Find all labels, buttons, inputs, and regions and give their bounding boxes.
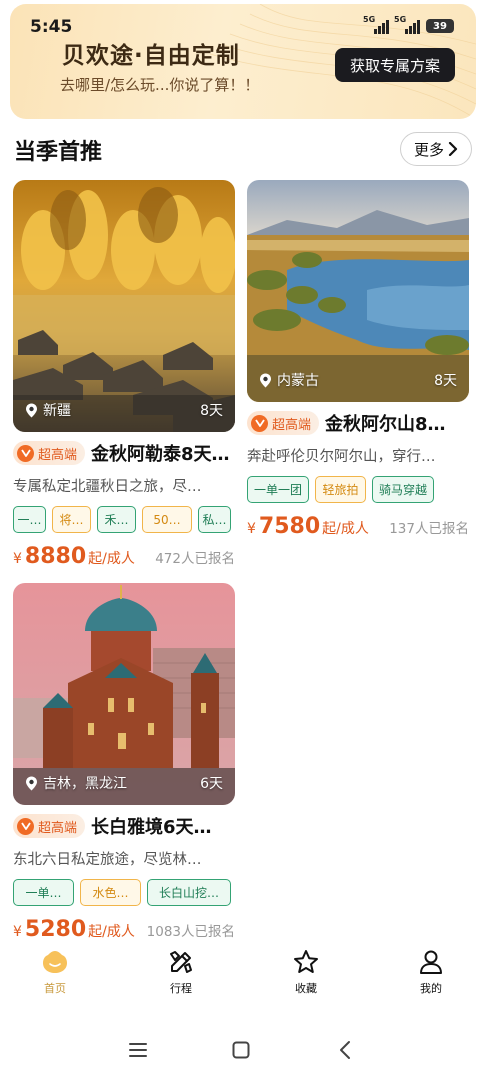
- trip-card[interactable]: 吉林，黑龙江 6天 超高端 长白雅境6天… 东北六日私定旅途，尽览林… 一单… …: [13, 583, 235, 942]
- battery-icon: 39: [426, 19, 454, 33]
- trip-days: 8天: [200, 403, 223, 419]
- trip-card[interactable]: 内蒙古 8天 超高端 金秋阿尔山8… 奔赴呼伦贝尔阿尔山，穿行… 一单一团 轻旅…: [247, 180, 469, 539]
- price-row: ¥ 5280 起/成人 1083人已报名: [13, 917, 235, 942]
- system-nav-bar: [0, 1030, 486, 1074]
- trip-tag: 私…: [198, 506, 231, 533]
- tag-list: 一单一团 轻旅拍 骑马穿越: [247, 476, 469, 503]
- crown-icon: [17, 444, 34, 462]
- trip-description: 奔赴呼伦贝尔阿尔山，穿行…: [247, 449, 436, 465]
- enrolled-count: 137人已报名: [389, 521, 469, 537]
- tab-favorites[interactable]: 收藏: [276, 948, 336, 996]
- banner-title: 贝欢途·自由定制: [62, 43, 240, 69]
- trip-image[interactable]: 内蒙古 8天: [247, 180, 469, 402]
- signal-icon: 5G: [394, 15, 420, 34]
- location-pin-icon: [26, 776, 37, 790]
- trip-days: 6天: [200, 776, 223, 792]
- price-unit: 起/成人: [322, 521, 369, 537]
- back-icon[interactable]: [336, 1040, 356, 1060]
- header-banner: 5:45 5G 5G 39 贝欢途·自由定制 去哪里/怎么玩...你说了算！！ …: [10, 4, 476, 119]
- price-unit: 起/成人: [88, 924, 135, 940]
- premium-badge: 超高端: [13, 814, 86, 838]
- trip-price: 7580: [258, 514, 321, 539]
- trip-title: 长白雅境6天…: [91, 817, 212, 838]
- location-label: 新疆: [25, 400, 71, 420]
- trip-tag: 骑马穿越: [372, 476, 434, 503]
- signal-icon: 5G: [363, 15, 389, 34]
- banner-subtitle: 去哪里/怎么玩...你说了算！！: [60, 76, 260, 94]
- trip-tag: 50…: [142, 506, 192, 533]
- trip-price: 5280: [24, 917, 87, 942]
- trip-tag: 禾…: [97, 506, 136, 533]
- trip-title: 金秋阿尔山8…: [325, 414, 446, 435]
- tab-label: 首页: [44, 982, 66, 995]
- trip-tag: 一…: [13, 506, 46, 533]
- currency-symbol: ¥: [13, 551, 22, 567]
- section-title: 当季首推: [14, 140, 103, 165]
- location-label: 内蒙古: [259, 370, 319, 390]
- enrolled-count: 472人已报名: [155, 551, 235, 567]
- tab-label: 行程: [170, 982, 192, 995]
- trip-description: 东北六日私定旅途，尽览林…: [13, 852, 202, 868]
- tag-list: 一… 将… 禾… 50… 私…: [13, 506, 235, 533]
- status-time: 5:45: [30, 17, 73, 37]
- star-icon: [294, 950, 318, 973]
- autumn-forest-image: [13, 180, 235, 432]
- tag-list: 一单… 水色… 长白山挖…: [13, 879, 235, 906]
- trip-image[interactable]: 新疆 8天: [13, 180, 235, 432]
- river-landscape-image: [247, 180, 469, 402]
- tab-label: 我的: [420, 982, 442, 995]
- location-label: 吉林，黑龙江: [25, 773, 127, 793]
- bottom-tab-bar: 首页 行程 收藏 我的: [0, 948, 486, 1008]
- trip-tag: 水色…: [80, 879, 141, 906]
- price-row: ¥ 7580 起/成人 137人已报名: [247, 514, 469, 539]
- tab-label: 收藏: [295, 982, 317, 995]
- trip-price: 8880: [24, 544, 87, 569]
- tab-itinerary[interactable]: 行程: [151, 948, 211, 996]
- trip-image[interactable]: 吉林，黑龙江 6天: [13, 583, 235, 805]
- currency-symbol: ¥: [13, 924, 22, 940]
- trip-title: 金秋阿勒泰8天…: [91, 444, 230, 465]
- cathedral-image: [13, 583, 235, 805]
- trip-tag: 一单一团: [247, 476, 309, 503]
- profile-icon: [420, 950, 442, 974]
- home-button-icon[interactable]: [231, 1040, 251, 1060]
- crown-icon: [17, 817, 34, 835]
- currency-symbol: ¥: [247, 521, 256, 537]
- more-button[interactable]: 更多: [400, 132, 472, 166]
- tab-home[interactable]: 首页: [25, 948, 85, 996]
- home-icon: [43, 951, 67, 973]
- location-pin-icon: [260, 373, 271, 387]
- trip-card[interactable]: 新疆 8天 超高端 金秋阿勒泰8天… 专属私定北疆秋日之旅，尽… 一… 将… 禾…: [13, 180, 235, 569]
- trip-tag: 一单…: [13, 879, 74, 906]
- menu-icon[interactable]: [128, 1040, 148, 1060]
- trip-tag: 将…: [52, 506, 91, 533]
- more-label: 更多: [413, 140, 444, 159]
- status-indicators: 5G 5G 39: [363, 15, 454, 34]
- crown-icon: [251, 414, 268, 432]
- location-pin-icon: [26, 403, 37, 417]
- get-plan-button[interactable]: 获取专属方案: [335, 48, 455, 82]
- tab-profile[interactable]: 我的: [401, 948, 461, 996]
- price-unit: 起/成人: [88, 551, 135, 567]
- premium-badge: 超高端: [247, 411, 320, 435]
- premium-badge: 超高端: [13, 441, 86, 465]
- trip-tag: 轻旅拍: [315, 476, 366, 503]
- trip-days: 8天: [434, 373, 457, 389]
- trip-tag: 长白山挖…: [147, 879, 231, 906]
- trip-description: 专属私定北疆秋日之旅，尽…: [13, 479, 202, 495]
- chevron-right-icon: [448, 142, 458, 156]
- price-row: ¥ 8880 起/成人 472人已报名: [13, 544, 235, 569]
- enrolled-count: 1083人已报名: [146, 924, 235, 940]
- itinerary-icon: [170, 951, 192, 973]
